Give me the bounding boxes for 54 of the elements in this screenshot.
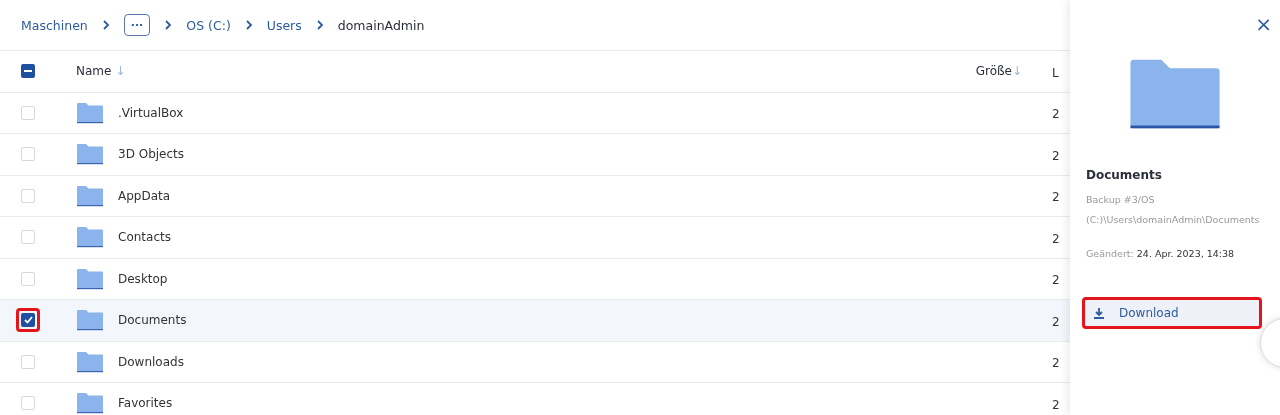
table-cell: 2 [1052, 356, 1060, 371]
item-title: Documents [1086, 168, 1163, 182]
chevron-icon [244, 20, 253, 30]
checkbox[interactable] [21, 64, 35, 79]
file-name[interactable]: .VirtualBox [118, 105, 184, 120]
table-cell: 2 [1052, 107, 1060, 122]
file-name[interactable]: Contacts [118, 230, 171, 245]
checkbox[interactable] [21, 188, 35, 203]
item-path: Backup #3/OS [1086, 193, 1156, 207]
folder-icon [76, 350, 104, 373]
item-path: (C:)\Users\domainAdmin\Documents [1086, 213, 1261, 227]
breadcrumb-link[interactable]: Users [266, 17, 302, 33]
table-cell: 2 [1052, 314, 1060, 329]
table-cell: 2 [1052, 231, 1060, 246]
table-cell: 2 [1052, 397, 1060, 412]
folder-icon [76, 267, 104, 290]
file-name[interactable]: Favorites [118, 396, 173, 411]
folder-icon [76, 309, 104, 332]
close-button[interactable]: × [1251, 12, 1276, 36]
file-name[interactable]: Desktop [118, 271, 168, 286]
chevron-icon [164, 20, 173, 30]
download-button[interactable]: Download [1082, 297, 1262, 329]
breadcrumb-current[interactable]: domainAdmin [337, 17, 425, 33]
chevron-icon [101, 20, 110, 30]
download-icon [1093, 307, 1105, 319]
file-name[interactable]: AppData [118, 188, 171, 203]
checkbox[interactable] [21, 354, 35, 369]
more-button[interactable]: ··· [123, 14, 151, 36]
folder-icon [76, 184, 104, 207]
table-cell: 2 [1052, 148, 1060, 163]
column-header[interactable]: Name ↓ [76, 64, 126, 79]
checkbox[interactable] [21, 313, 35, 328]
check-icon [23, 316, 33, 325]
table-cell: 2 [1052, 190, 1060, 205]
chevron-icon [315, 20, 324, 30]
checkbox[interactable] [21, 230, 35, 245]
folder-icon [76, 143, 104, 166]
minus-icon [24, 70, 32, 73]
breadcrumb-link[interactable]: OS (C:) [186, 17, 231, 33]
file-name[interactable]: 3D Objects [118, 147, 185, 162]
checkbox[interactable] [21, 396, 35, 411]
column-header[interactable]: Größe↓ [975, 64, 1022, 79]
file-name[interactable]: Documents [118, 313, 187, 328]
file-name[interactable]: Downloads [118, 354, 184, 369]
table-cell: 2 [1052, 273, 1060, 288]
breadcrumb-link[interactable]: Maschinen [21, 17, 88, 33]
checkbox[interactable] [21, 105, 35, 120]
checkbox[interactable] [21, 147, 35, 162]
folder-icon [76, 101, 104, 124]
folder-icon [76, 392, 104, 415]
checkbox[interactable] [21, 271, 35, 286]
modified-date: Geändert: 24. Apr. 2023, 14:38 [1086, 248, 1236, 259]
column-header[interactable]: L [1052, 65, 1059, 80]
folder-icon [76, 226, 104, 249]
